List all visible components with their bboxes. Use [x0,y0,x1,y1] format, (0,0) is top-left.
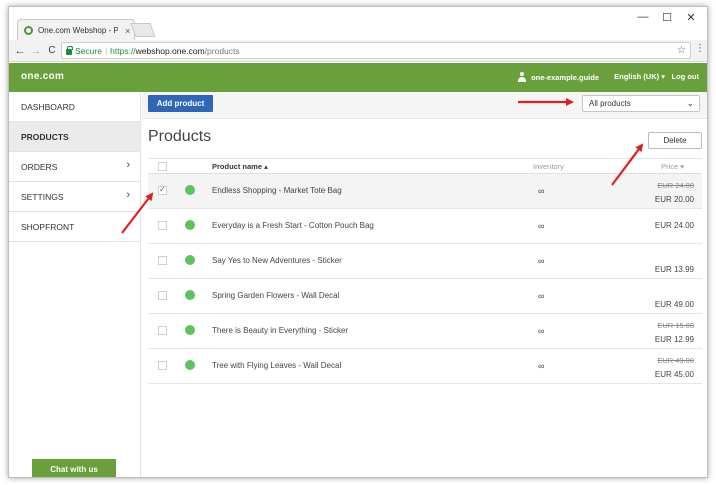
user-icon [517,72,527,82]
old-price: EUR 24.00 [657,181,694,190]
new-tab-button[interactable] [130,23,156,37]
sidebar-item-products[interactable]: PRODUCTS [9,122,140,152]
chevron-right-icon: › [126,189,130,201]
price: EUR 12.99 [654,335,694,344]
chevron-down-icon: ⌄ [686,98,694,108]
sidebar-item-label: DASHBOARD [21,101,75,112]
select-all-checkbox[interactable] [158,162,167,171]
sidebar-item-label: PRODUCTS [21,131,69,142]
row-checkbox[interactable] [158,185,167,195]
browser-tab[interactable]: One.com Webshop - Pro × [17,19,135,41]
tab-strip: One.com Webshop - Pro × — ☐ ✕ [9,7,707,41]
inventory-value: ∞ [538,291,545,301]
products-table: Product name ▴ Inventory Price ▾ Endless… [148,158,702,384]
tab-close-icon[interactable]: × [125,26,130,36]
table-header: Product name ▴ Inventory Price ▾ [148,158,702,174]
status-dot-icon [185,290,195,300]
row-checkbox[interactable] [158,221,167,230]
table-row[interactable]: Endless Shopping - Market Tote Bag ∞ EUR… [148,174,702,209]
inventory-value: ∞ [538,221,545,231]
chat-button[interactable]: Chat with us [32,459,116,477]
secure-label: Secure [75,45,102,56]
browser-window: One.com Webshop - Pro × — ☐ ✕ ← → C Secu… [8,6,708,478]
language-selector[interactable]: English (UK) ▾ [614,72,665,81]
product-name[interactable]: There is Beauty in Everything - Sticker [212,326,348,335]
inventory-value: ∞ [538,361,545,371]
tab-title: One.com Webshop - Pro [38,26,118,35]
filter-value: All products [589,99,631,108]
product-name[interactable]: Tree with Flying Leaves - Wall Decal [212,361,341,370]
table-row[interactable]: There is Beauty in Everything - Sticker … [148,314,702,349]
product-name[interactable]: Endless Shopping - Market Tote Bag [212,186,342,195]
app-header: one.com one-example.guide English (UK) ▾… [9,63,707,92]
minimize-icon[interactable]: — [633,11,653,23]
address-bar[interactable]: Secure | https://webshop.one.com/product… [61,42,691,59]
row-checkbox[interactable] [158,326,167,335]
user-name: one-example.guide [531,72,599,82]
table-row[interactable]: Tree with Flying Leaves - Wall Decal ∞ E… [148,349,702,384]
table-row[interactable]: Everyday is a Fresh Start - Cotton Pouch… [148,209,702,244]
old-price: EUR 15.00 [657,321,694,330]
sidebar: DASHBOARD PRODUCTS ORDERS › SETTINGS › SHO… [9,92,141,477]
table-row[interactable]: Spring Garden Flowers - Wall Decal ∞ EUR… [148,279,702,314]
sidebar-item-orders[interactable]: ORDERS › [9,152,140,182]
sidebar-item-label: ORDERS [21,161,58,172]
sidebar-item-shopfront[interactable]: SHOPFRONT [9,212,140,242]
product-name[interactable]: Everyday is a Fresh Start - Cotton Pouch… [212,221,374,230]
separator: | [104,45,108,56]
maximize-icon[interactable]: ☐ [657,11,677,24]
column-product-name[interactable]: Product name ▴ [212,162,268,171]
page-title: Products [148,128,212,145]
user-menu[interactable]: one-example.guide [517,72,599,82]
row-checkbox[interactable] [158,361,167,370]
inventory-value: ∞ [538,256,545,266]
address-row: ← → C Secure | https://webshop.one.com/p… [9,40,707,62]
old-price: EUR 49.00 [657,356,694,365]
forward-icon[interactable]: → [28,45,44,57]
product-filter-select[interactable]: All products ⌄ [582,95,700,112]
status-dot-icon [185,220,195,230]
price: EUR 13.99 [654,265,694,274]
chevron-right-icon: › [126,159,130,171]
inventory-value: ∞ [538,326,545,336]
browser-menu-icon[interactable]: ⋮ [695,43,705,54]
price: EUR 24.00 [654,221,694,230]
close-icon[interactable]: ✕ [681,11,701,24]
lock-icon [66,45,73,55]
status-dot-icon [185,185,195,195]
status-dot-icon [185,360,195,370]
table-row[interactable]: Say Yes to New Adventures - Sticker ∞ EU… [148,244,702,279]
row-checkbox[interactable] [158,291,167,300]
logout-link[interactable]: Log out [672,72,700,81]
url-text: https://webshop.one.com/products [110,45,240,56]
sidebar-item-dashboard[interactable]: DASHBOARD [9,92,140,122]
column-inventory: Inventory [533,162,564,171]
back-icon[interactable]: ← [12,45,28,57]
toolbar: Add product All products ⌄ [142,92,707,119]
row-checkbox[interactable] [158,256,167,265]
price: EUR 45.00 [654,370,694,379]
star-icon[interactable]: ☆ [677,45,686,56]
product-name[interactable]: Say Yes to New Adventures - Sticker [212,256,342,265]
main-content: Add product All products ⌄ Products Dele… [142,92,707,477]
status-dot-icon [185,255,195,265]
product-name[interactable]: Spring Garden Flowers - Wall Decal [212,291,339,300]
reload-icon[interactable]: C [44,45,60,56]
logo[interactable]: one.com [21,71,64,82]
inventory-value: ∞ [538,186,545,196]
add-product-button[interactable]: Add product [148,95,213,112]
status-dot-icon [185,325,195,335]
delete-button[interactable]: Delete [648,132,702,149]
sidebar-item-label: SETTINGS [21,191,64,202]
price: EUR 49.00 [654,300,694,309]
sidebar-item-settings[interactable]: SETTINGS › [9,182,140,212]
sidebar-item-label: SHOPFRONT [21,221,75,232]
column-price[interactable]: Price ▾ [661,162,684,171]
price: EUR 20.00 [654,195,694,204]
favicon-icon [24,26,33,35]
